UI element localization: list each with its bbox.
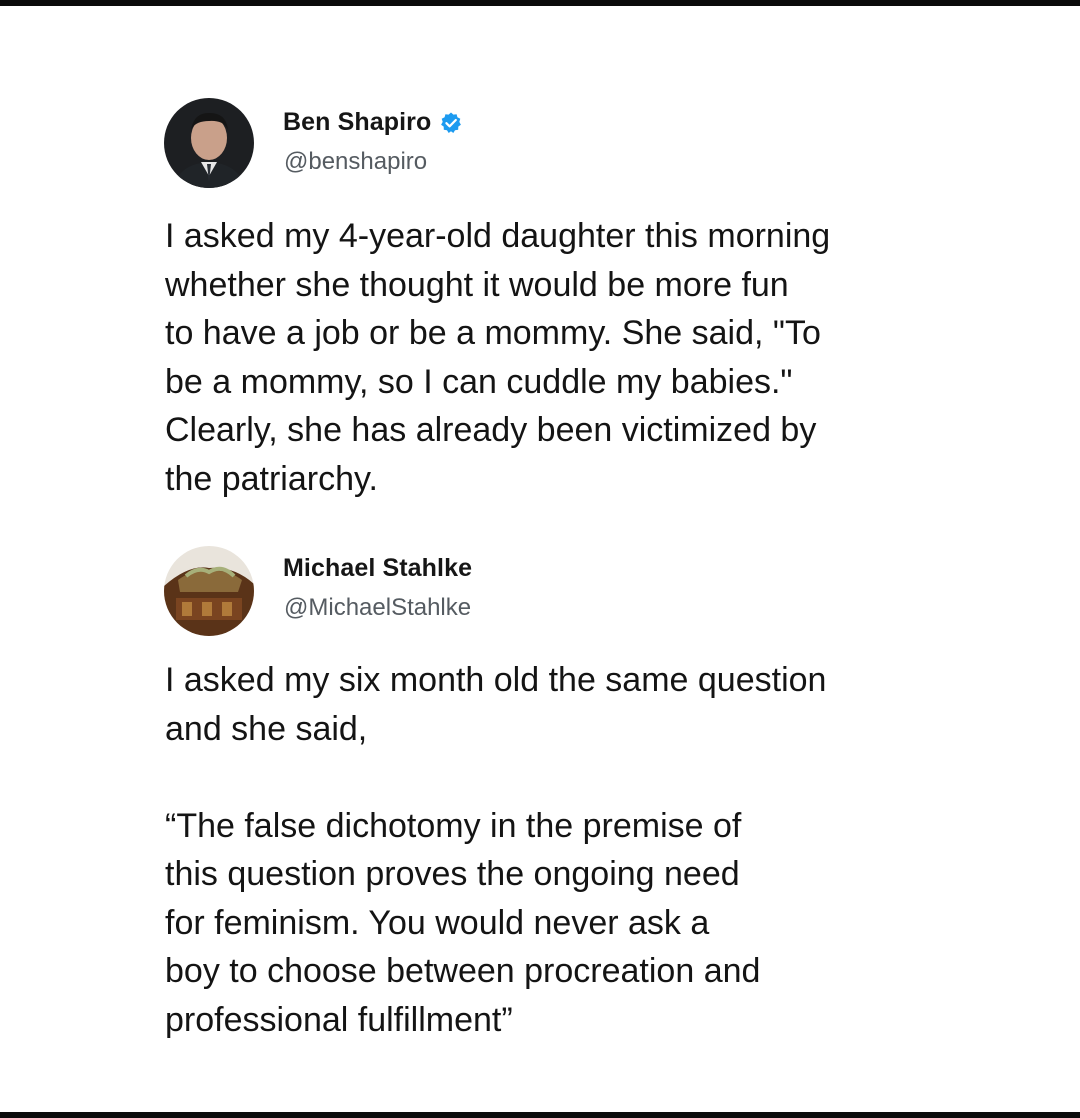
- photo-avatar-icon: [164, 546, 254, 636]
- bottom-border: [0, 1112, 1080, 1118]
- tweet-text: I asked my six month old the same questi…: [165, 661, 827, 1039]
- name-row: Ben Shapiro: [283, 108, 463, 137]
- display-name[interactable]: Michael Stahlke: [283, 554, 472, 583]
- handle[interactable]: @benshapiro: [284, 148, 427, 176]
- avatar[interactable]: [164, 546, 254, 636]
- avatar[interactable]: [164, 98, 254, 188]
- name-row: Michael Stahlke: [283, 554, 472, 583]
- tweet-text: I asked my 4-year-old daughter this morn…: [165, 217, 831, 498]
- display-name[interactable]: Ben Shapiro: [283, 108, 431, 137]
- handle[interactable]: @MichaelStahlke: [284, 594, 471, 622]
- top-border: [0, 0, 1080, 6]
- verified-badge-icon: [439, 111, 463, 135]
- user-photo-avatar-icon: [164, 98, 254, 188]
